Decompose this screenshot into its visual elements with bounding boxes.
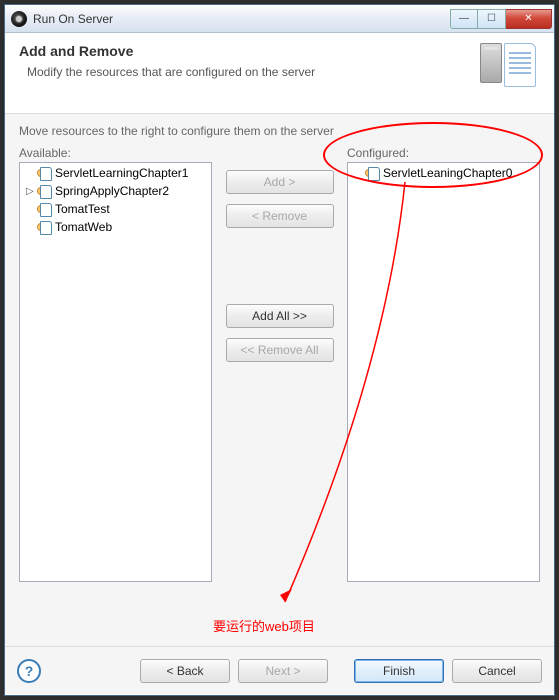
titlebar[interactable]: Run On Server — ☐ ✕ — [5, 5, 554, 33]
list-item[interactable]: TomatWeb — [20, 218, 211, 236]
next-button[interactable]: Next > — [238, 659, 328, 683]
instruction-text: Move resources to the right to configure… — [19, 124, 540, 138]
body: Move resources to the right to configure… — [5, 114, 554, 646]
add-button[interactable]: Add > — [226, 170, 334, 194]
remove-all-button[interactable]: << Remove All — [226, 338, 334, 362]
help-button[interactable]: ? — [17, 659, 41, 683]
list-item[interactable]: TomatTest — [20, 200, 211, 218]
project-icon — [36, 201, 52, 217]
finish-button[interactable]: Finish — [354, 659, 444, 683]
back-button[interactable]: < Back — [140, 659, 230, 683]
transfer-buttons: Add > < Remove Add All >> << Remove All — [212, 146, 347, 362]
close-button[interactable]: ✕ — [506, 9, 552, 29]
add-all-button[interactable]: Add All >> — [226, 304, 334, 328]
minimize-button[interactable]: — — [450, 9, 478, 29]
project-icon — [36, 219, 52, 235]
item-label: ServletLeaningChapter0 — [383, 166, 512, 180]
header-subtitle: Modify the resources that are configured… — [27, 65, 480, 79]
remove-button[interactable]: < Remove — [226, 204, 334, 228]
window-title: Run On Server — [33, 12, 450, 26]
available-label: Available: — [19, 146, 212, 160]
configured-label: Configured: — [347, 146, 540, 160]
list-item[interactable]: ServletLearningChapter1 — [20, 164, 211, 182]
project-icon — [36, 183, 52, 199]
item-label: ServletLearningChapter1 — [55, 166, 188, 180]
list-item[interactable]: ServletLeaningChapter0 — [348, 164, 539, 182]
expand-icon[interactable]: ▷ — [24, 186, 36, 197]
footer: ? < Back Next > Finish Cancel — [5, 646, 554, 694]
list-item[interactable]: ▷ SpringApplyChapter2 — [20, 182, 211, 200]
app-icon — [11, 11, 27, 27]
item-label: TomatTest — [55, 202, 110, 216]
window-buttons: — ☐ ✕ — [450, 9, 552, 29]
available-listbox[interactable]: ServletLearningChapter1 ▷ SpringApplyChapt… — [19, 162, 212, 582]
header: Add and Remove Modify the resources that… — [5, 33, 554, 114]
maximize-button[interactable]: ☐ — [478, 9, 506, 29]
server-icon — [480, 43, 540, 99]
project-icon — [36, 165, 52, 181]
item-label: SpringApplyChapter2 — [55, 184, 169, 198]
header-title: Add and Remove — [19, 43, 480, 59]
item-label: TomatWeb — [55, 220, 112, 234]
configured-listbox[interactable]: ServletLeaningChapter0 — [347, 162, 540, 582]
dialog-window: Run On Server — ☐ ✕ Add and Remove Modif… — [4, 4, 555, 696]
project-icon — [364, 165, 380, 181]
cancel-button[interactable]: Cancel — [452, 659, 542, 683]
